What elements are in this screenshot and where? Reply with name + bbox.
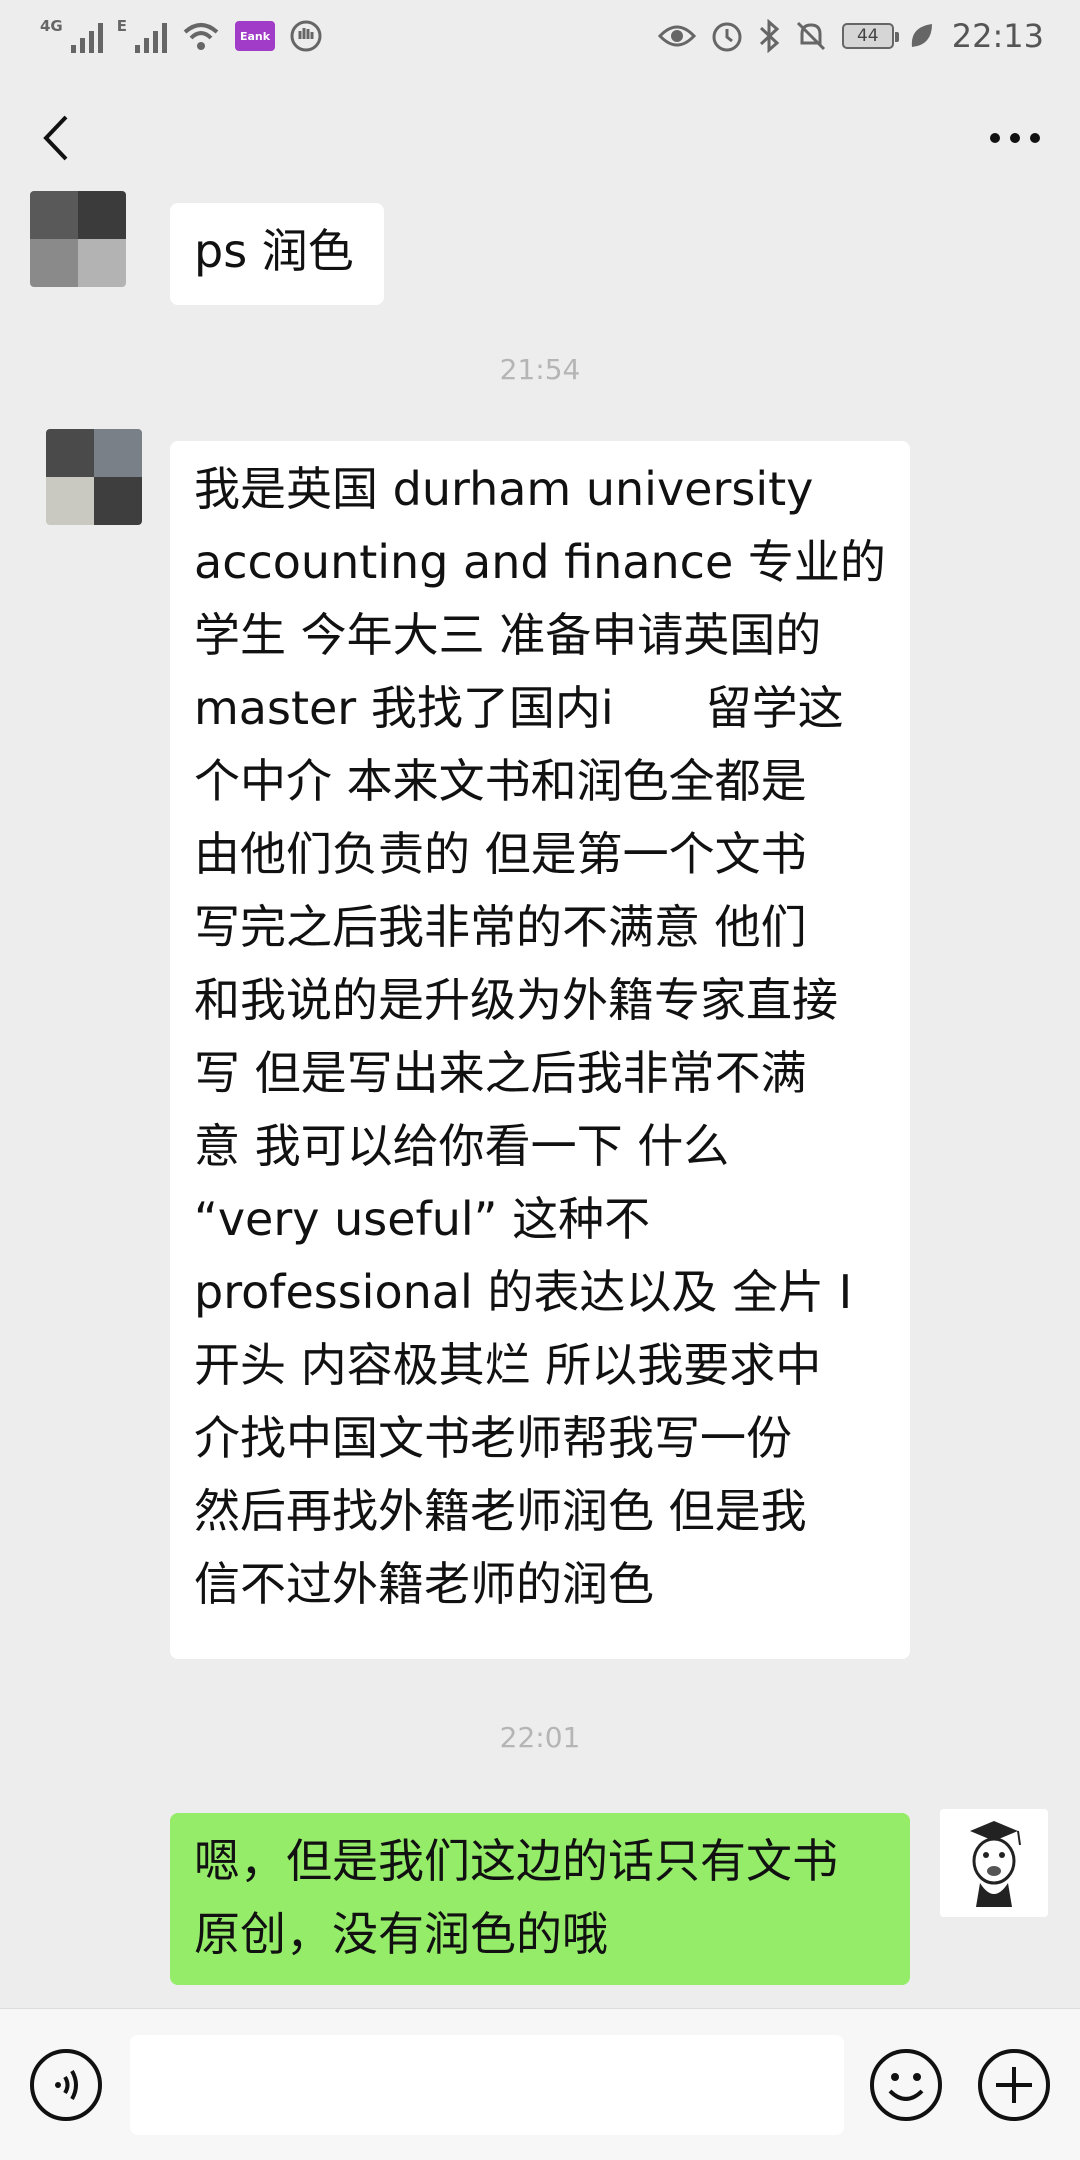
timestamp: 22:01 bbox=[499, 1721, 581, 1754]
avatar[interactable] bbox=[46, 429, 142, 525]
back-button[interactable] bbox=[30, 108, 80, 168]
wifi-icon bbox=[181, 20, 221, 52]
status-bar: 4G E Eank 44 22:13 bbox=[0, 0, 1080, 72]
message-input[interactable] bbox=[130, 2035, 844, 2135]
cartoon-avatar-icon bbox=[940, 1809, 1048, 1917]
more-button[interactable] bbox=[980, 108, 1050, 168]
input-bar bbox=[0, 2008, 1080, 2160]
alarm-icon bbox=[710, 19, 744, 53]
status-left: 4G E Eank bbox=[40, 17, 323, 53]
chat-header bbox=[0, 72, 1080, 202]
signal-icon-2 bbox=[135, 19, 167, 53]
plus-icon bbox=[978, 2049, 1050, 2121]
emoji-icon bbox=[870, 2049, 942, 2121]
message-bubble-outgoing[interactable]: 嗯，但是我们这边的话只有文书 原创，没有润色的哦 bbox=[170, 1813, 910, 1985]
voice-button[interactable] bbox=[28, 2047, 104, 2123]
signal-icon bbox=[70, 19, 103, 53]
network-label-2: E bbox=[116, 17, 127, 35]
mute-bell-icon bbox=[794, 19, 828, 53]
battery-indicator: 44 bbox=[841, 23, 899, 49]
emoji-button[interactable] bbox=[868, 2047, 944, 2123]
timestamp: 21:54 bbox=[499, 353, 581, 386]
clock: 22:13 bbox=[951, 17, 1044, 55]
plus-button[interactable] bbox=[976, 2047, 1052, 2123]
back-arrow-icon bbox=[43, 115, 68, 161]
message-bubble-incoming[interactable]: 我是英国 durham university accounting and fi… bbox=[170, 441, 910, 1659]
chat-area[interactable]: ps 润色 21:54 我是英国 durham university accou… bbox=[0, 185, 1080, 2000]
voice-icon bbox=[30, 2049, 102, 2121]
message-bubble-incoming[interactable]: ps 润色 bbox=[170, 203, 384, 305]
hand-icon bbox=[289, 19, 323, 53]
more-dots-icon bbox=[990, 133, 1040, 143]
eye-icon bbox=[657, 22, 696, 50]
self-avatar[interactable] bbox=[940, 1809, 1048, 1917]
network-label-1: 4G bbox=[40, 17, 63, 35]
bluetooth-icon bbox=[758, 19, 780, 53]
app-badge-icon: Eank bbox=[235, 21, 275, 51]
status-right: 44 22:13 bbox=[657, 17, 1044, 55]
avatar[interactable] bbox=[30, 191, 126, 287]
leaf-icon bbox=[908, 21, 934, 51]
